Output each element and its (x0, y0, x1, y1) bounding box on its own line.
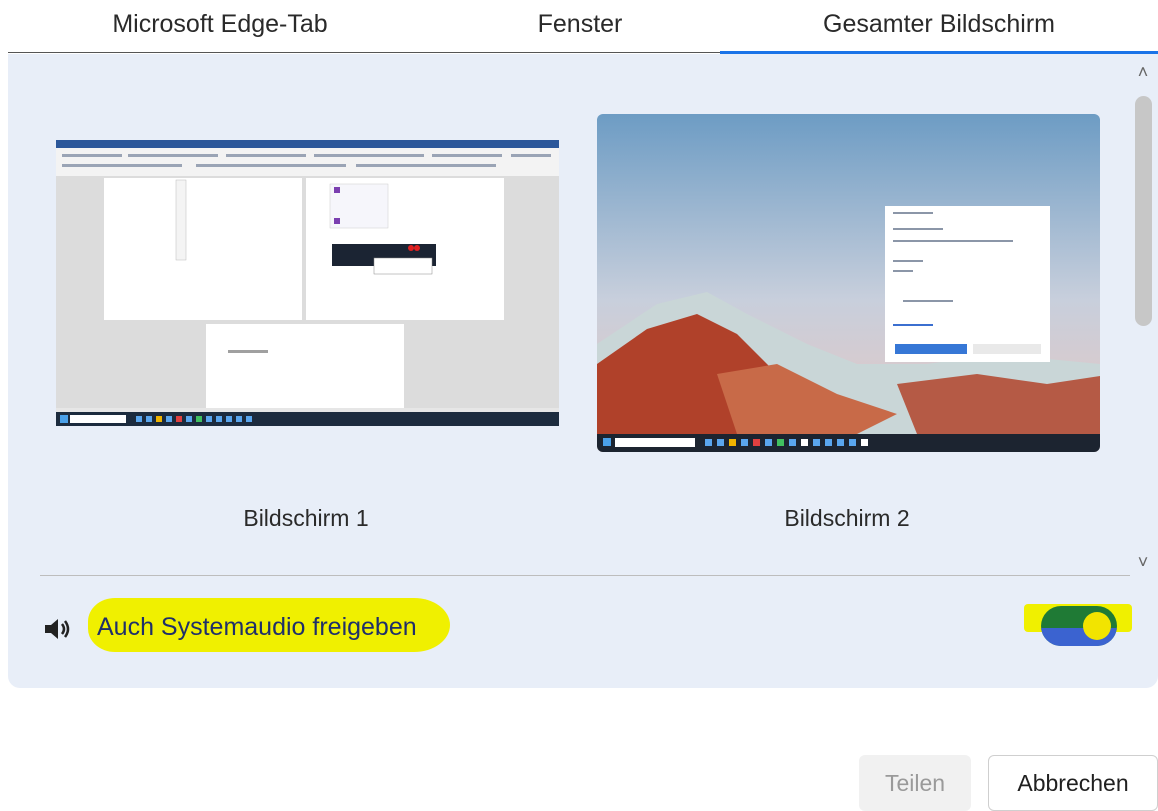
cancel-button[interactable]: Abbrechen (988, 755, 1158, 811)
divider (40, 575, 1130, 576)
screen-2-thumbnail[interactable] (597, 114, 1100, 452)
screen-2-label: Bildschirm 2 (784, 505, 910, 531)
scroll-up-icon[interactable]: ˄ (1133, 58, 1153, 86)
screen-1-thumbnail[interactable] (56, 140, 559, 426)
tab-edge-tab[interactable]: Microsoft Edge-Tab (0, 0, 440, 52)
system-audio-label: Auch Systemaudio freigeben (97, 613, 417, 641)
screen-2-preview (597, 114, 1100, 452)
scroll-down-icon[interactable]: ˅ (1133, 548, 1153, 576)
tab-window[interactable]: Fenster (440, 0, 720, 52)
tab-entire-screen[interactable]: Gesamter Bildschirm (720, 0, 1158, 52)
system-audio-toggle[interactable] (1041, 606, 1117, 646)
screen-1-preview (56, 140, 559, 426)
tab-divider (8, 52, 720, 53)
screen-1-label: Bildschirm 1 (243, 505, 369, 531)
speaker-icon (42, 614, 72, 644)
share-button[interactable]: Teilen (859, 755, 971, 811)
source-tabs: Microsoft Edge-Tab Fenster Gesamter Bild… (0, 0, 1158, 56)
toggle-knob (1083, 612, 1111, 640)
scrollbar-thumb[interactable] (1135, 96, 1152, 326)
